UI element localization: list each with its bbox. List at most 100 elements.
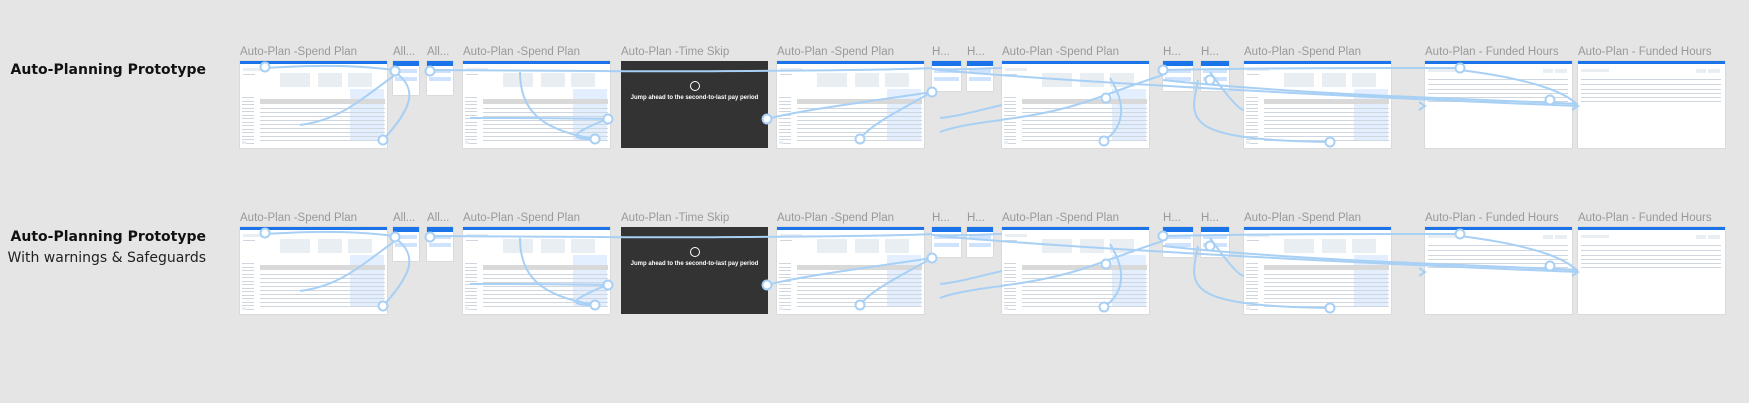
frame-label[interactable]: Auto-Plan - Funded Hours xyxy=(1425,212,1559,224)
mock-content xyxy=(1004,141,1008,144)
mock-content xyxy=(571,73,595,87)
frame-spend4[interactable] xyxy=(1002,61,1149,148)
mock-content xyxy=(1428,101,1568,102)
frame-funded1[interactable] xyxy=(1425,227,1572,314)
mock-content xyxy=(1022,140,1147,141)
frame-spend4[interactable] xyxy=(1002,227,1149,314)
frame-label[interactable]: H... xyxy=(1201,46,1219,58)
mock-content xyxy=(1264,306,1389,307)
mock-content xyxy=(1428,263,1568,264)
mock-content xyxy=(541,73,565,87)
frame-all2[interactable] xyxy=(427,61,453,95)
frame-h4[interactable] xyxy=(1201,61,1229,91)
mock-content xyxy=(260,286,385,287)
frame-spend3[interactable] xyxy=(777,227,924,314)
frame-label[interactable]: All... xyxy=(393,46,415,58)
frame-spend1[interactable] xyxy=(240,227,387,314)
frame-h1[interactable] xyxy=(932,227,961,257)
mock-content xyxy=(1246,307,1250,310)
frame-label[interactable]: Auto-Plan -Spend Plan xyxy=(1002,212,1119,224)
frame-label[interactable]: Auto-Plan -Spend Plan xyxy=(240,212,357,224)
mock-content xyxy=(1246,118,1258,119)
frame-h4[interactable] xyxy=(1201,227,1229,257)
mock-content xyxy=(465,294,477,296)
frame-spend2[interactable] xyxy=(463,61,610,148)
frame-label[interactable]: H... xyxy=(1163,212,1181,224)
frame-h1[interactable] xyxy=(932,61,961,91)
mock-content xyxy=(242,287,254,289)
frame-label[interactable]: All... xyxy=(427,46,449,58)
prototype-canvas[interactable]: Auto-Planning Prototype Auto-Plan -Spend … xyxy=(0,0,1749,403)
mock-content xyxy=(1004,263,1016,264)
frame-label[interactable]: Auto-Plan -Spend Plan xyxy=(240,46,357,58)
frame-label[interactable]: Auto-Plan - Funded Hours xyxy=(1425,46,1559,58)
mock-content xyxy=(779,111,791,112)
frame-h2[interactable] xyxy=(967,61,993,91)
mock-content xyxy=(483,286,608,287)
mock-content xyxy=(1042,73,1072,87)
frame-label[interactable]: Auto-Plan - Funded Hours xyxy=(1578,212,1712,224)
frame-label[interactable]: Auto-Plan -Time Skip xyxy=(621,46,729,58)
mock-content xyxy=(1246,301,1258,303)
frame-h2[interactable] xyxy=(967,227,993,257)
frame-spend5[interactable] xyxy=(1244,61,1391,148)
frame-label[interactable]: Auto-Plan -Time Skip xyxy=(621,212,729,224)
mock-content xyxy=(465,104,477,105)
frame-label[interactable]: Auto-Plan -Spend Plan xyxy=(777,46,894,58)
frame-funded2[interactable] xyxy=(1578,61,1725,148)
mock-content xyxy=(1246,104,1258,105)
mock-content xyxy=(483,140,608,141)
row-title: Auto-Planning Prototype xyxy=(10,229,206,245)
frame-all2[interactable] xyxy=(427,227,453,261)
frame-label[interactable]: Auto-Plan -Spend Plan xyxy=(463,46,580,58)
frame-spend2[interactable] xyxy=(463,227,610,314)
mock-content xyxy=(1022,274,1147,275)
mock-content xyxy=(779,132,791,133)
mock-content xyxy=(779,128,791,130)
mock-content xyxy=(242,273,254,275)
mock-content xyxy=(1022,132,1147,133)
frame-spend3[interactable] xyxy=(777,61,924,148)
mock-content xyxy=(1354,255,1388,307)
frame-label[interactable]: H... xyxy=(967,46,985,58)
frame-label[interactable]: All... xyxy=(393,212,415,224)
mock-content xyxy=(280,73,310,87)
frame-funded2[interactable] xyxy=(1578,227,1725,314)
mock-content xyxy=(887,255,921,307)
mock-content xyxy=(1264,265,1389,270)
mock-content xyxy=(1022,120,1147,121)
frame-label[interactable]: H... xyxy=(932,212,950,224)
mock-content xyxy=(1022,282,1147,283)
frame-spend1[interactable] xyxy=(240,61,387,148)
frame-label[interactable]: Auto-Plan -Spend Plan xyxy=(463,212,580,224)
mock-content xyxy=(1022,265,1147,270)
mock-content xyxy=(466,240,478,241)
frame-label[interactable]: Auto-Plan -Spend Plan xyxy=(777,212,894,224)
frame-label[interactable]: Auto-Plan -Spend Plan xyxy=(1244,212,1361,224)
frame-time-skip[interactable]: Jump ahead to the second-to-last pay per… xyxy=(621,61,768,148)
mock-content xyxy=(260,294,385,295)
frame-label[interactable]: Auto-Plan -Spend Plan xyxy=(1002,46,1119,58)
mock-content xyxy=(1246,270,1258,271)
mock-content xyxy=(1428,89,1568,90)
mock-content xyxy=(1004,97,1016,98)
frame-time-skip[interactable]: Jump ahead to the second-to-last pay per… xyxy=(621,227,768,314)
frame-spend5[interactable] xyxy=(1244,227,1391,314)
mock-content xyxy=(934,243,959,247)
frame-all1[interactable] xyxy=(393,227,419,261)
mock-content xyxy=(1004,128,1016,130)
mock-content xyxy=(1581,267,1721,268)
frame-label[interactable]: H... xyxy=(1163,46,1181,58)
mock-content xyxy=(1244,227,1391,230)
frame-label[interactable]: Auto-Plan - Funded Hours xyxy=(1578,46,1712,58)
frame-h3[interactable] xyxy=(1163,61,1193,91)
mock-content xyxy=(1203,235,1227,239)
frame-funded1[interactable] xyxy=(1425,61,1572,148)
frame-label[interactable]: All... xyxy=(427,212,449,224)
frame-label[interactable]: H... xyxy=(967,212,985,224)
frame-label[interactable]: H... xyxy=(932,46,950,58)
frame-label[interactable]: H... xyxy=(1201,212,1219,224)
frame-h3[interactable] xyxy=(1163,227,1193,257)
frame-all1[interactable] xyxy=(393,61,419,95)
frame-label[interactable]: Auto-Plan -Spend Plan xyxy=(1244,46,1361,58)
